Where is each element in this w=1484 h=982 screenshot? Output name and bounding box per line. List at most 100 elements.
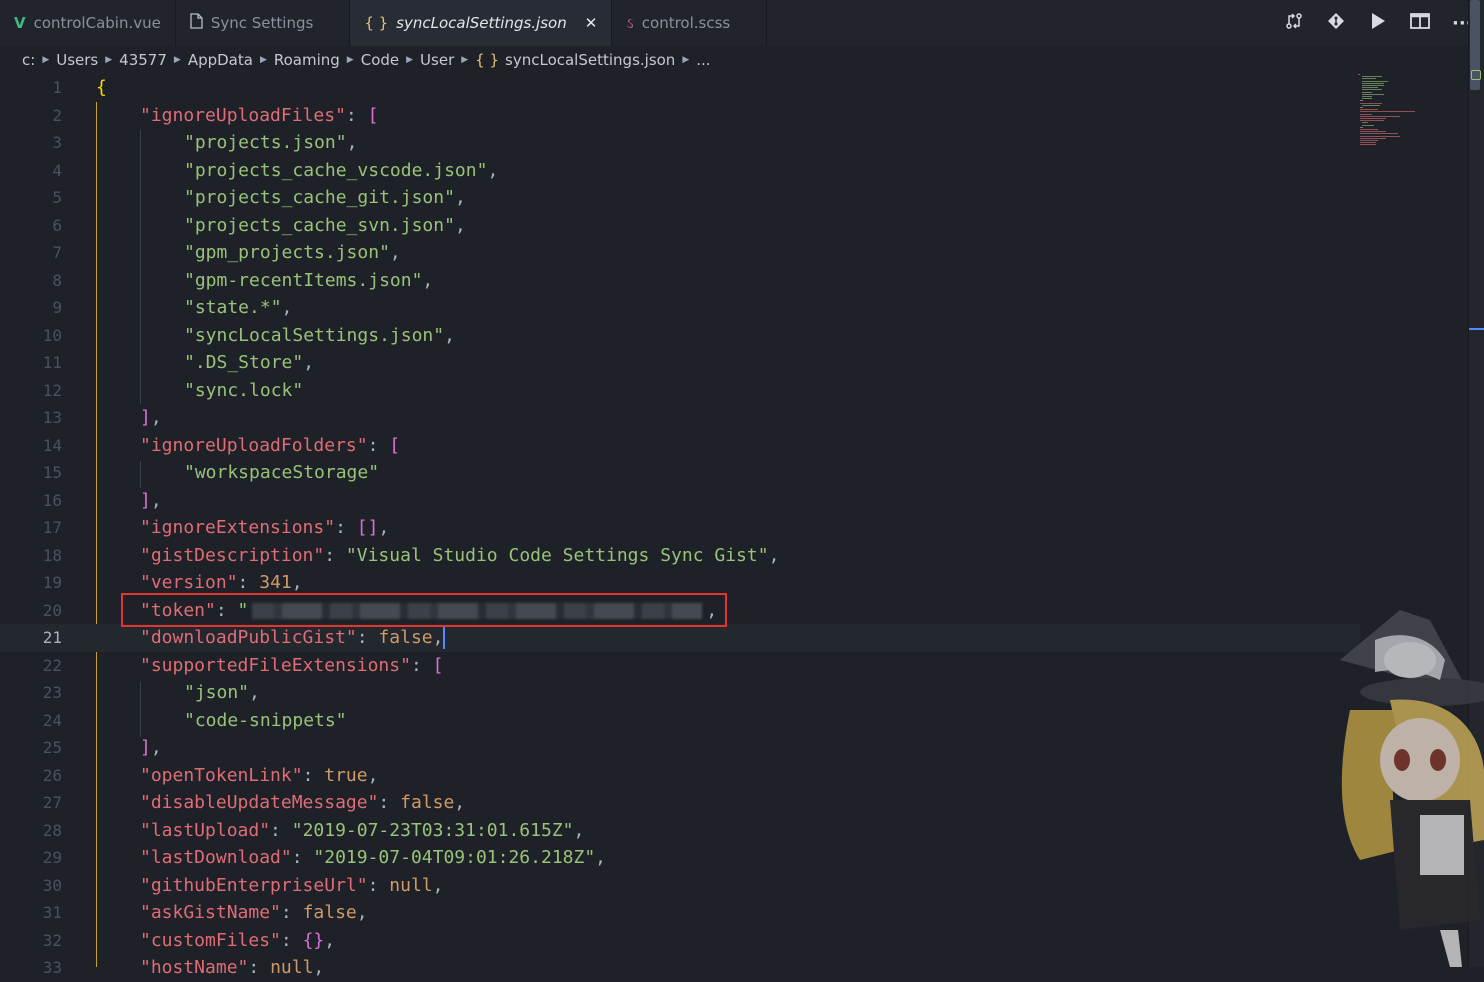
code-line[interactable]: 24 "code-snippets"	[0, 707, 1360, 735]
code-line[interactable]: 16],	[0, 487, 1360, 515]
code-editor[interactable]: 1{2 "ignoreUploadFiles": [3 "projects.json…	[0, 74, 1484, 978]
code-line[interactable]: 31 "askGistName": false,	[0, 899, 1360, 927]
code-line[interactable]: 1{	[0, 74, 1360, 102]
line-number: 26	[42, 765, 62, 785]
breadcrumb-label: Users	[56, 51, 99, 69]
line-number: 33	[42, 958, 62, 978]
code-text: {	[96, 77, 107, 99]
code-text: "supportedFileExtensions": [	[140, 654, 444, 676]
code-line[interactable]: 21 "downloadPublicGist": false,	[0, 624, 1360, 652]
line-number: 7	[52, 243, 62, 263]
minimap-line	[1360, 120, 1384, 122]
close-icon[interactable]: ✕	[585, 14, 598, 32]
tab-label: Sync Settings	[210, 14, 314, 32]
breadcrumb-item[interactable]: User ▶	[420, 51, 475, 69]
code-line[interactable]: 5 "projects_cache_git.json",	[0, 184, 1360, 212]
breadcrumb-item[interactable]: { } syncLocalSettings.json ▶	[475, 51, 696, 69]
breadcrumb-item[interactable]: 43577 ▶	[119, 51, 188, 69]
code-text: "projects_cache_vscode.json",	[184, 159, 499, 181]
breadcrumb-item[interactable]: ...	[696, 51, 710, 69]
line-number: 9	[52, 298, 62, 318]
code-line[interactable]: 8 "gpm-recentItems.json",	[0, 267, 1360, 295]
code-line[interactable]: 17 "ignoreExtensions": [],	[0, 514, 1360, 542]
cursor-position-marker	[1469, 328, 1484, 330]
minimap-line	[1362, 96, 1372, 97]
code-line[interactable]: 3 "projects.json",	[0, 129, 1360, 157]
code-text: ],	[140, 737, 162, 759]
tab-synclocalsettings-json[interactable]: { } syncLocalSettings.json ✕	[350, 0, 613, 46]
code-line[interactable]: 29 "lastDownload": "2019-07-04T09:01:26.2…	[0, 844, 1360, 872]
breadcrumb-item[interactable]: Roaming ▶	[274, 51, 361, 69]
line-number: 17	[42, 518, 62, 538]
minimap-line	[1362, 80, 1388, 82]
code-line[interactable]: 25],	[0, 734, 1360, 762]
tab-control-scss[interactable]: ઽ control.scss	[612, 0, 768, 46]
code-line[interactable]: 32 "customFiles": {},	[0, 927, 1360, 955]
source-control-icon[interactable]	[1326, 12, 1346, 35]
tab-controlcabin-vue[interactable]: V controlCabin.vue	[0, 0, 176, 46]
breadcrumb-label: AppData	[187, 51, 253, 69]
minimap-line	[1362, 82, 1384, 84]
line-number: 19	[42, 573, 62, 593]
code-text: "projects_cache_svn.json",	[184, 214, 466, 236]
line-number: 24	[42, 710, 62, 730]
run-icon[interactable]	[1368, 12, 1388, 35]
file-icon	[190, 13, 203, 33]
code-text: "code-snippets"	[184, 709, 347, 731]
tab-sync-settings[interactable]: Sync Settings	[175, 0, 351, 46]
code-line[interactable]: 4 "projects_cache_vscode.json",	[0, 157, 1360, 185]
minimap-line	[1362, 87, 1378, 89]
code-line[interactable]: 6 "projects_cache_svn.json",	[0, 212, 1360, 240]
code-line[interactable]: 2 "ignoreUploadFiles": [	[0, 102, 1360, 130]
code-text: ],	[140, 407, 162, 429]
code-line[interactable]: 27 "disableUpdateMessage": false,	[0, 789, 1360, 817]
code-text: "projects_cache_git.json",	[184, 187, 466, 209]
code-line[interactable]: 26 "openTokenLink": true,	[0, 762, 1360, 790]
code-line[interactable]: 15 "workspaceStorage"	[0, 459, 1360, 487]
breadcrumb-item[interactable]: Users ▶	[56, 51, 119, 69]
code-text: "version": 341,	[140, 572, 303, 594]
line-number: 11	[42, 353, 62, 373]
split-editor-icon[interactable]	[1410, 12, 1430, 34]
code-line[interactable]: 30 "githubEnterpriseUrl": null,	[0, 872, 1360, 900]
line-number: 22	[42, 655, 62, 675]
breadcrumb-label: syncLocalSettings.json	[505, 51, 676, 69]
code-line[interactable]: 12 "sync.lock"	[0, 377, 1360, 405]
minimap-line	[1360, 109, 1378, 111]
code-line[interactable]: 22 "supportedFileExtensions": [	[0, 652, 1360, 680]
code-text: "lastDownload": "2019-07-04T09:01:26.218…	[140, 847, 607, 869]
line-number: 18	[42, 545, 62, 565]
line-number: 20	[42, 600, 62, 620]
code-line[interactable]: 9 "state.*",	[0, 294, 1360, 322]
line-number: 14	[42, 435, 62, 455]
code-line[interactable]: 33 "hostName": null,	[0, 954, 1360, 982]
line-number: 12	[42, 380, 62, 400]
code-text: "projects.json",	[184, 132, 358, 154]
line-number: 30	[42, 875, 62, 895]
breadcrumb-item[interactable]: c: ▶	[22, 51, 56, 69]
minimap[interactable]	[1356, 74, 1418, 154]
code-line[interactable]: 28 "lastUpload": "2019-07-23T03:31:01.615…	[0, 817, 1360, 845]
minimap-line	[1360, 126, 1363, 128]
code-line[interactable]: 11 ".DS_Store",	[0, 349, 1360, 377]
minimap-line	[1360, 144, 1376, 146]
code-line[interactable]: 10 "syncLocalSettings.json",	[0, 322, 1360, 350]
compare-changes-icon[interactable]	[1284, 12, 1304, 35]
minimap-line	[1360, 135, 1400, 137]
breadcrumb-item[interactable]: AppData ▶	[188, 51, 274, 69]
code-line[interactable]: 18 "gistDescription": "Visual Studio Code…	[0, 542, 1360, 570]
minimap-line	[1360, 137, 1386, 139]
code-line[interactable]: 13],	[0, 404, 1360, 432]
code-line[interactable]: 14 "ignoreUploadFolders": [	[0, 432, 1360, 460]
minimap-line	[1362, 93, 1384, 95]
minimap-line	[1362, 104, 1380, 106]
code-line[interactable]: 7 "gpm_projects.json",	[0, 239, 1360, 267]
tab-label: syncLocalSettings.json	[396, 14, 567, 32]
line-number: 4	[52, 160, 62, 180]
code-line[interactable]: 23 "json",	[0, 679, 1360, 707]
scss-icon: ઽ	[626, 14, 634, 32]
editor-tab-bar: V controlCabin.vue Sync Settings { } syn…	[0, 0, 1484, 47]
breadcrumb-item[interactable]: Code ▶	[361, 51, 420, 69]
minimap-line	[1362, 85, 1384, 86]
line-number: 8	[52, 270, 62, 290]
